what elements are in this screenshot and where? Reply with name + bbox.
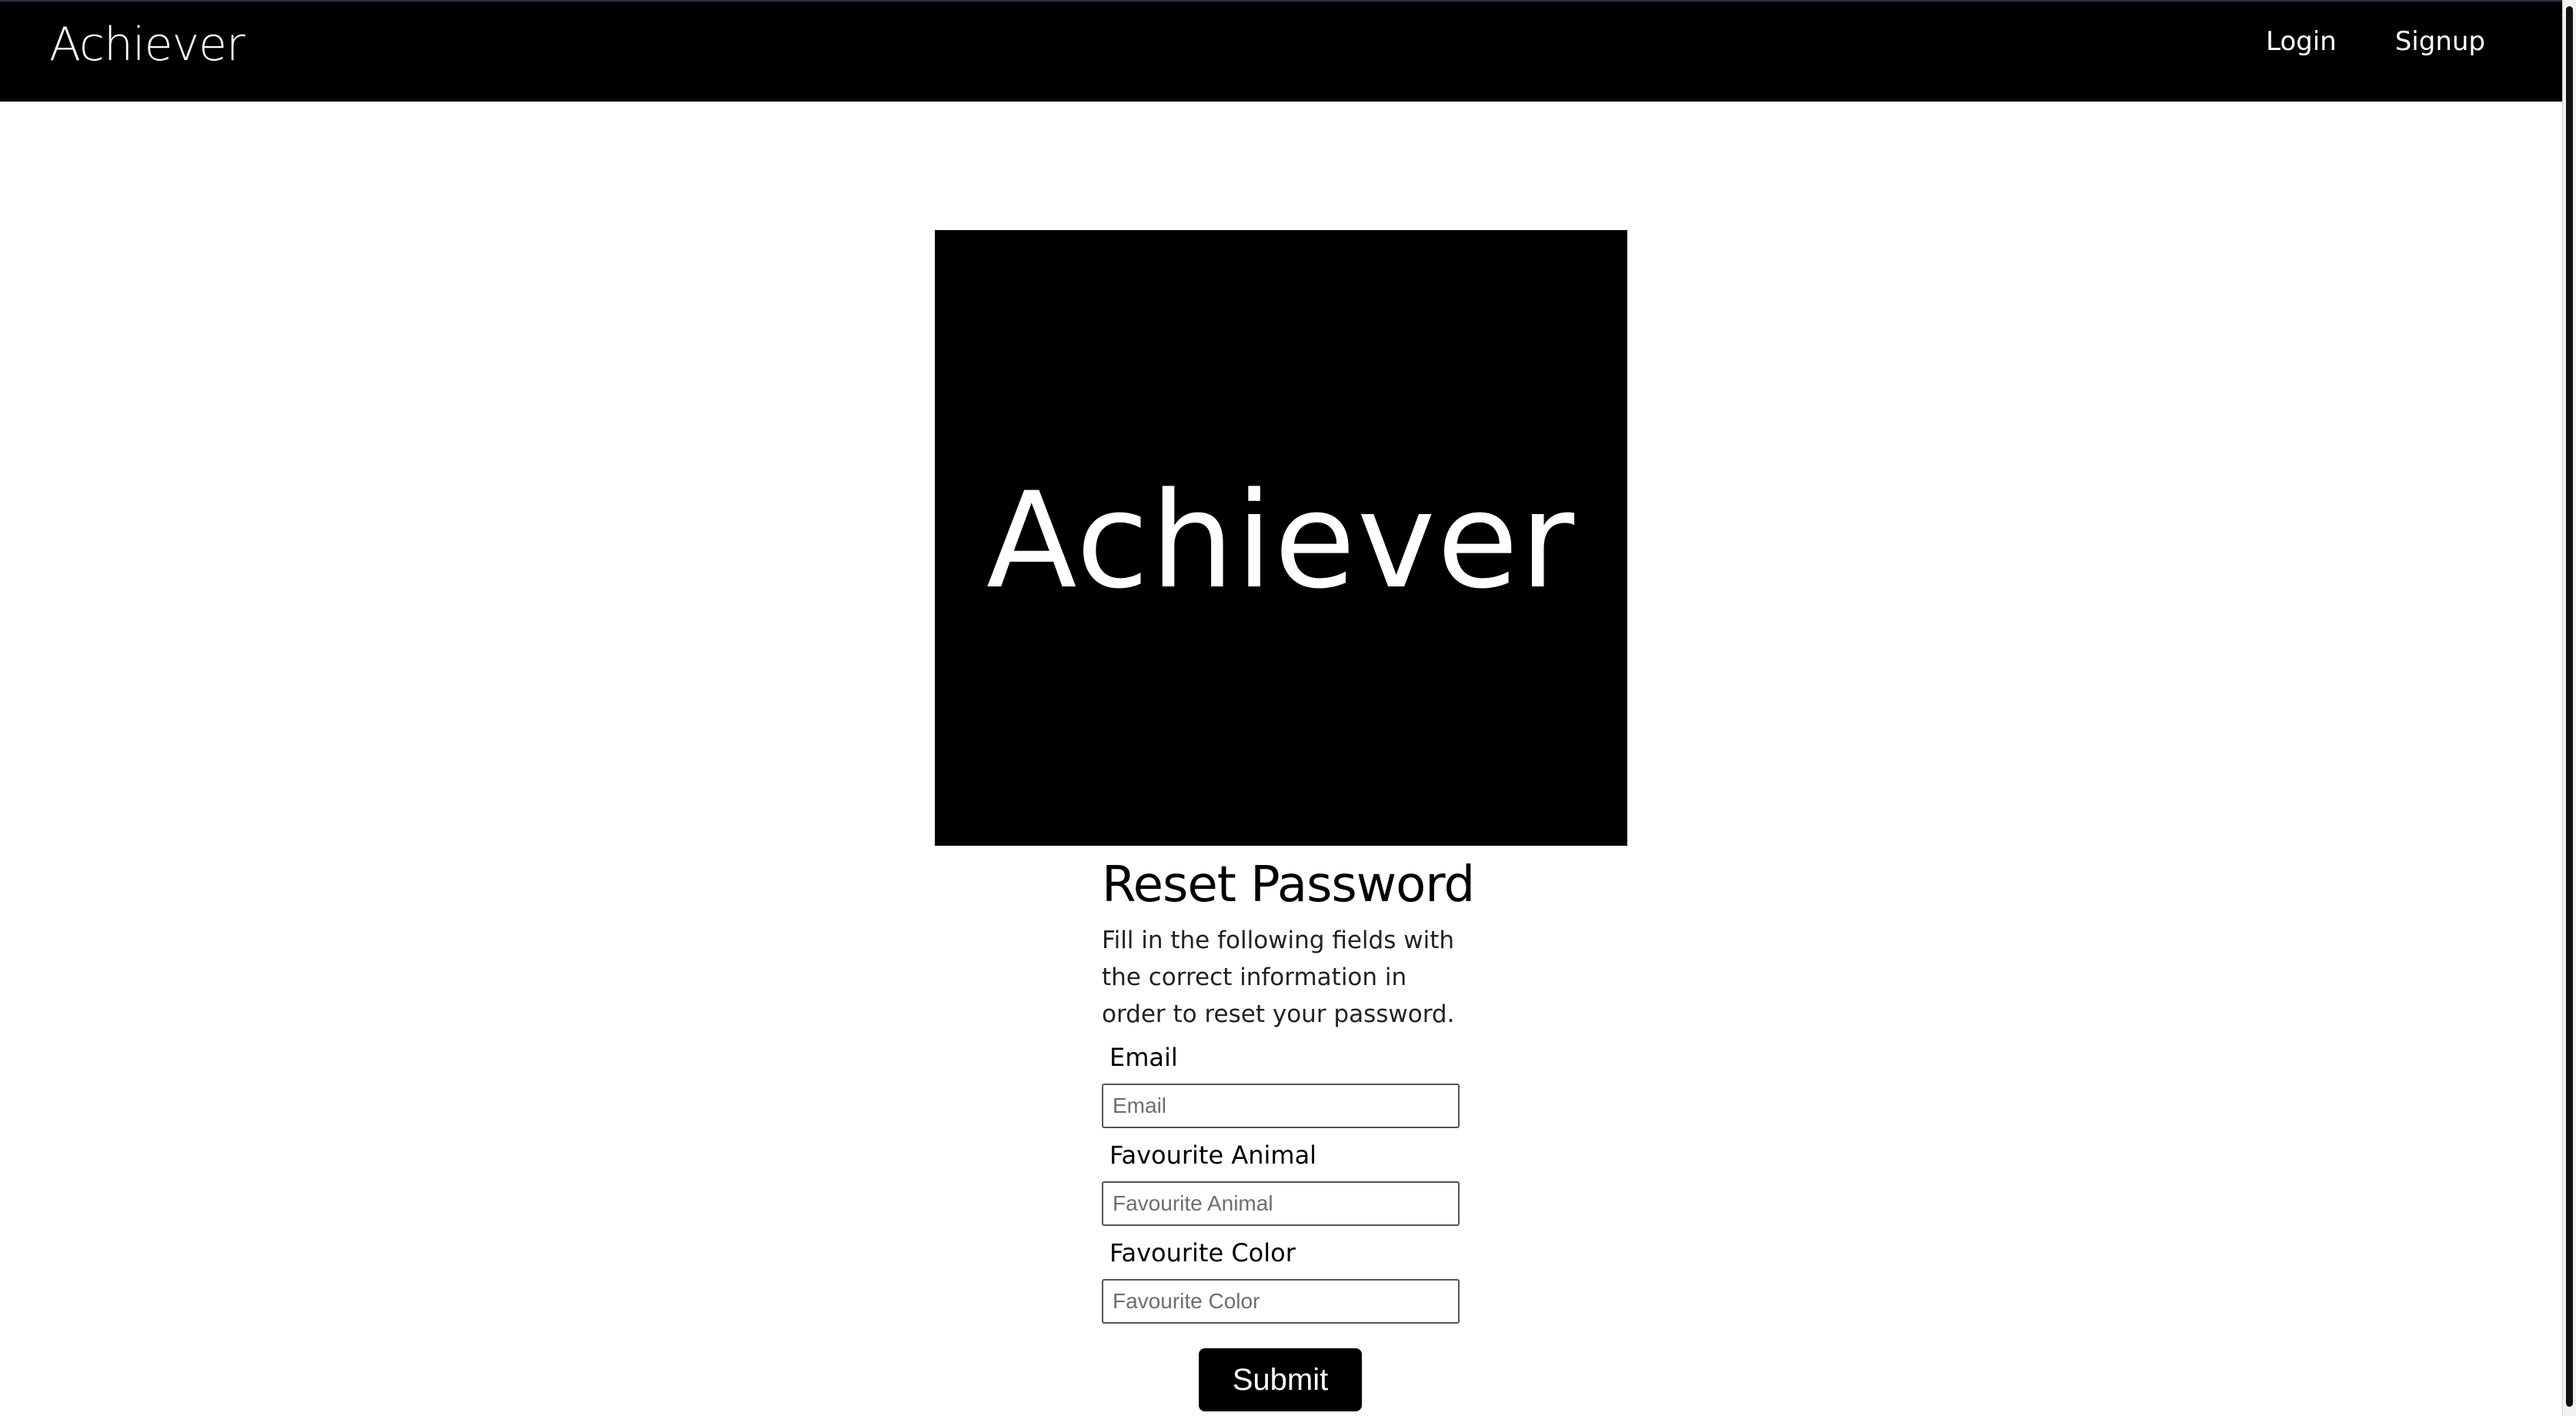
nav-links: Login Signup — [2266, 23, 2485, 60]
favourite-color-field[interactable] — [1102, 1279, 1460, 1324]
navbar: Achiever Login Signup — [0, 0, 2562, 102]
email-label: Email — [1109, 1043, 1178, 1072]
favourite-color-label: Favourite Color — [1109, 1238, 1296, 1267]
favourite-animal-label: Favourite Animal — [1109, 1140, 1317, 1170]
favourite-animal-field[interactable] — [1102, 1181, 1460, 1226]
submit-button[interactable]: Submit — [1199, 1348, 1362, 1411]
brand-logo-link[interactable]: Achiever — [49, 15, 245, 74]
form-title: Reset Password — [1102, 857, 1475, 913]
scrollbar-thumb[interactable] — [2566, 6, 2573, 1407]
hero-title: Achiever — [986, 463, 1577, 618]
form-description: Fill in the following fields with the co… — [1102, 927, 1455, 1028]
email-field[interactable] — [1102, 1084, 1460, 1128]
login-link[interactable]: Login — [2266, 23, 2337, 60]
vertical-scrollbar[interactable] — [2562, 0, 2576, 1416]
signup-link[interactable]: Signup — [2395, 23, 2485, 60]
hero-banner: Achiever — [935, 230, 1627, 846]
page: Achiever Login Signup Achiever Reset Pas… — [0, 0, 2576, 1416]
